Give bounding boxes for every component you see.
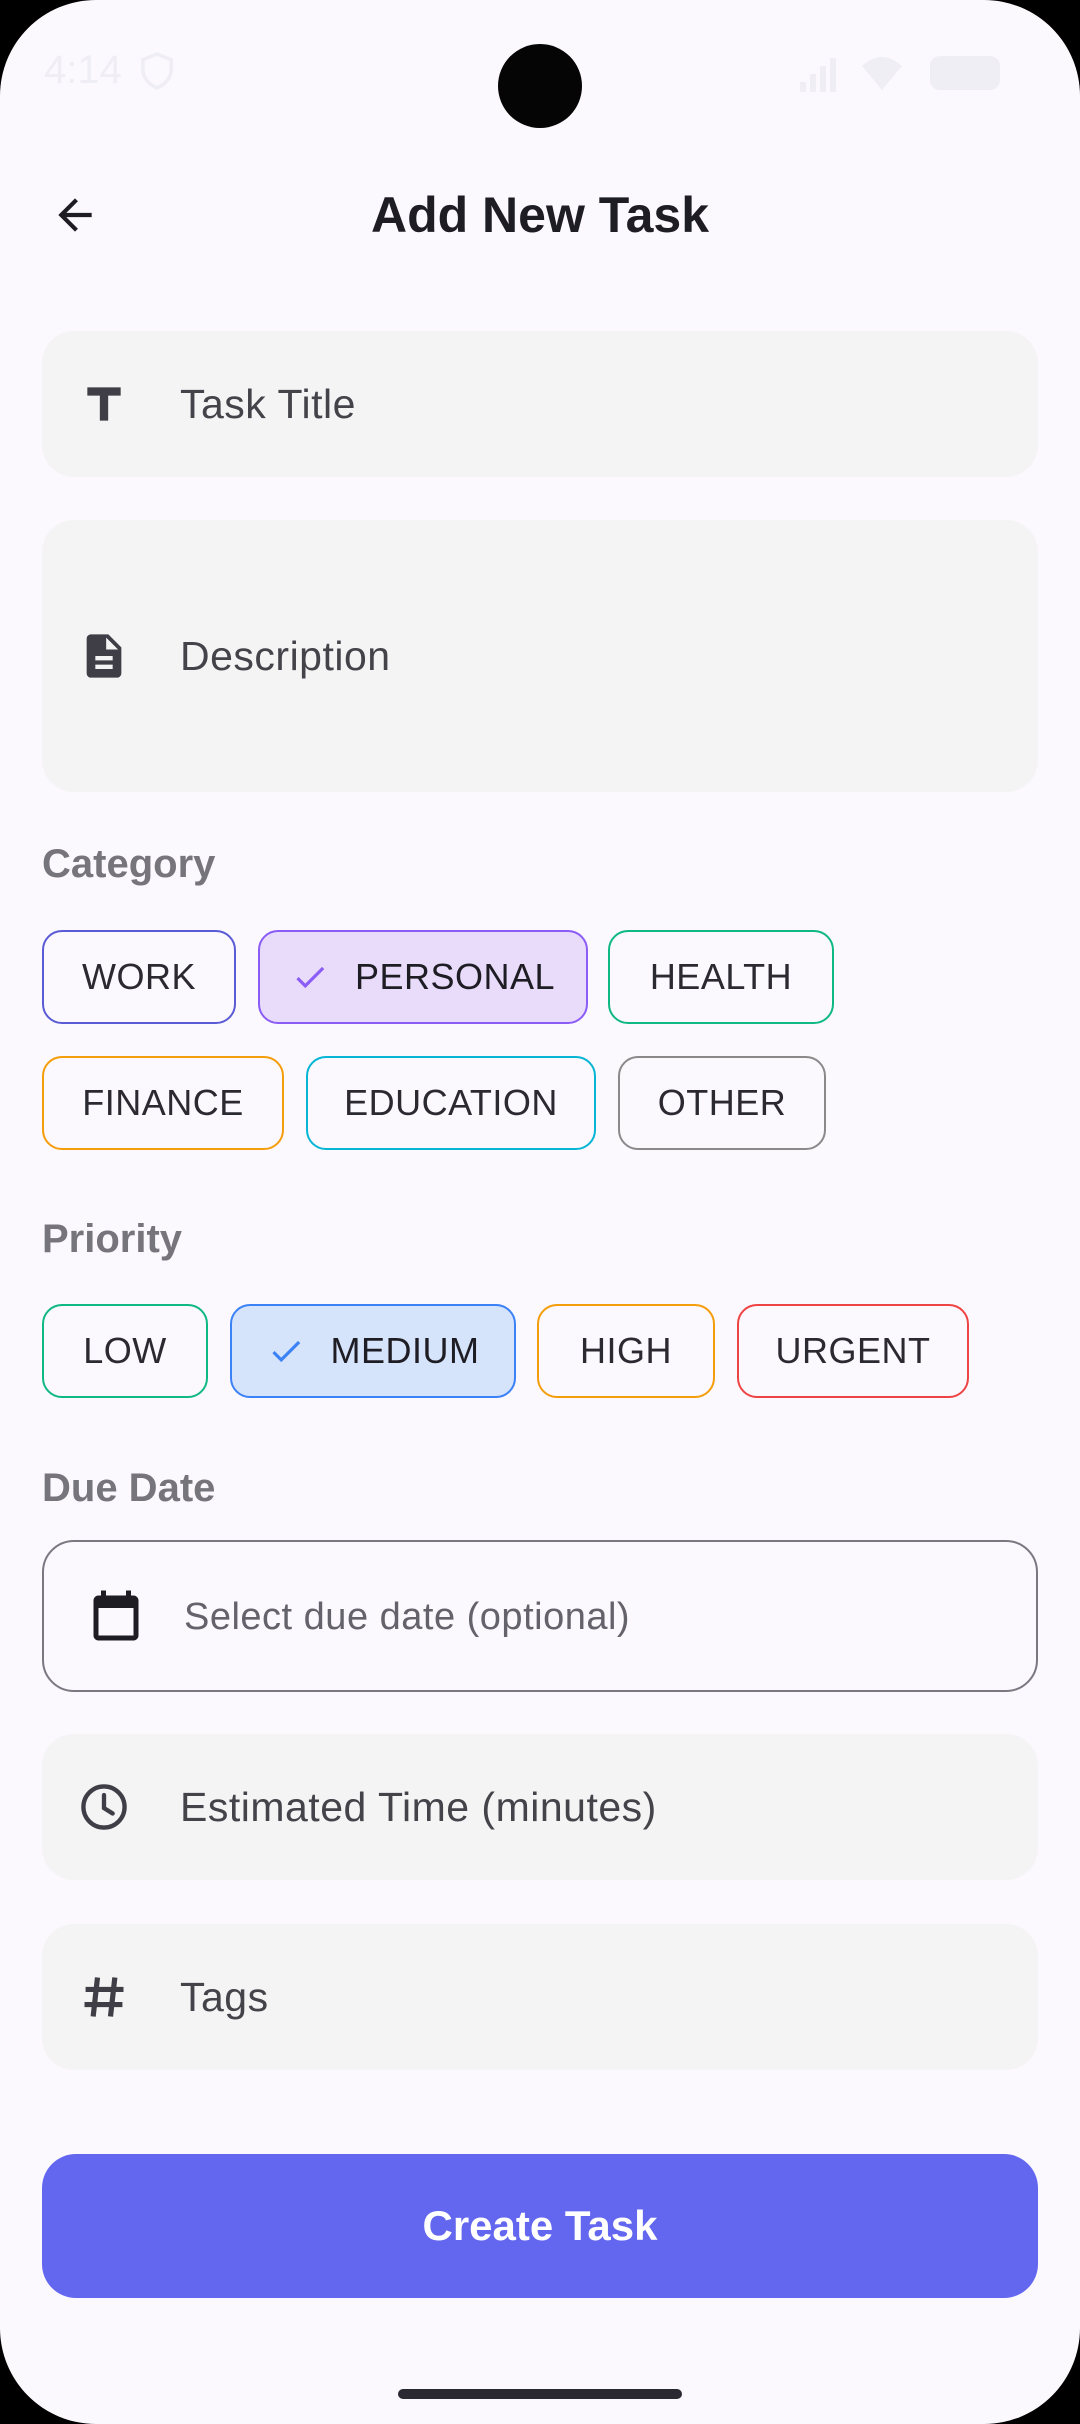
chip-label: PERSONAL	[354, 956, 556, 997]
chip-label: WORK	[82, 956, 196, 997]
due-date-label: Due Date	[42, 1466, 216, 1510]
task-title-placeholder: Task Title	[180, 380, 356, 427]
signal-icon	[800, 58, 836, 92]
page-title: Add New Task	[370, 187, 710, 243]
chip-label: OTHER	[657, 1082, 787, 1123]
category-chip-other[interactable]: OTHER	[618, 1056, 826, 1150]
check-icon	[296, 966, 325, 989]
due-date-field[interactable]: Select due date (optional)	[42, 1540, 1038, 1692]
priority-chip-urgent[interactable]: URGENT	[737, 1304, 969, 1398]
wifi-icon	[862, 57, 902, 90]
hashtag-icon	[78, 1971, 130, 2023]
calendar-icon	[93, 1590, 139, 1641]
priority-chip-high[interactable]: HIGH	[537, 1304, 715, 1398]
category-label: Category	[42, 842, 216, 886]
priority-chip-medium[interactable]: MEDIUM	[230, 1304, 516, 1398]
home-indicator[interactable]	[398, 2389, 682, 2399]
chip-label: HIGH	[580, 1330, 672, 1371]
status-time: 4:14	[44, 48, 122, 92]
title-icon	[78, 378, 130, 430]
chip-label: LOW	[83, 1330, 167, 1371]
task-title-field[interactable]: Task Title	[42, 331, 1038, 477]
chip-label: HEALTH	[649, 956, 793, 997]
status-icons	[800, 56, 1000, 92]
chip-label: URGENT	[775, 1330, 931, 1371]
category-chip-education[interactable]: EDUCATION	[306, 1056, 596, 1150]
description-placeholder: Description	[180, 632, 391, 679]
shield-icon	[141, 52, 173, 90]
due-date-placeholder: Select due date (optional)	[184, 1596, 631, 1638]
category-chip-work[interactable]: WORK	[42, 930, 236, 1024]
camera-cutout	[498, 44, 582, 128]
priority-chip-low[interactable]: LOW	[42, 1304, 208, 1398]
estimated-time-field[interactable]: Estimated Time (minutes)	[42, 1734, 1038, 1880]
create-task-button[interactable]: Create Task	[42, 2154, 1038, 2298]
category-chip-finance[interactable]: FINANCE	[42, 1056, 284, 1150]
category-chip-health[interactable]: HEALTH	[608, 930, 834, 1024]
priority-label: Priority	[42, 1217, 183, 1261]
chip-label: EDUCATION	[344, 1082, 558, 1123]
check-icon	[271, 1340, 300, 1363]
tags-placeholder: Tags	[180, 1973, 269, 2020]
chip-label: MEDIUM	[330, 1330, 480, 1371]
clock-icon	[78, 1781, 130, 1833]
tags-field[interactable]: Tags	[42, 1924, 1038, 2070]
status-bar: 4:14	[0, 0, 1080, 140]
screen: 4:14 Add New Task Task Title Description…	[0, 0, 1080, 2424]
battery-icon	[930, 56, 1000, 90]
chip-label: FINANCE	[82, 1082, 244, 1123]
description-field[interactable]: Description	[42, 520, 1038, 792]
category-chip-personal[interactable]: PERSONAL	[258, 930, 588, 1024]
document-icon	[78, 630, 130, 682]
estimated-time-placeholder: Estimated Time (minutes)	[180, 1783, 657, 1830]
